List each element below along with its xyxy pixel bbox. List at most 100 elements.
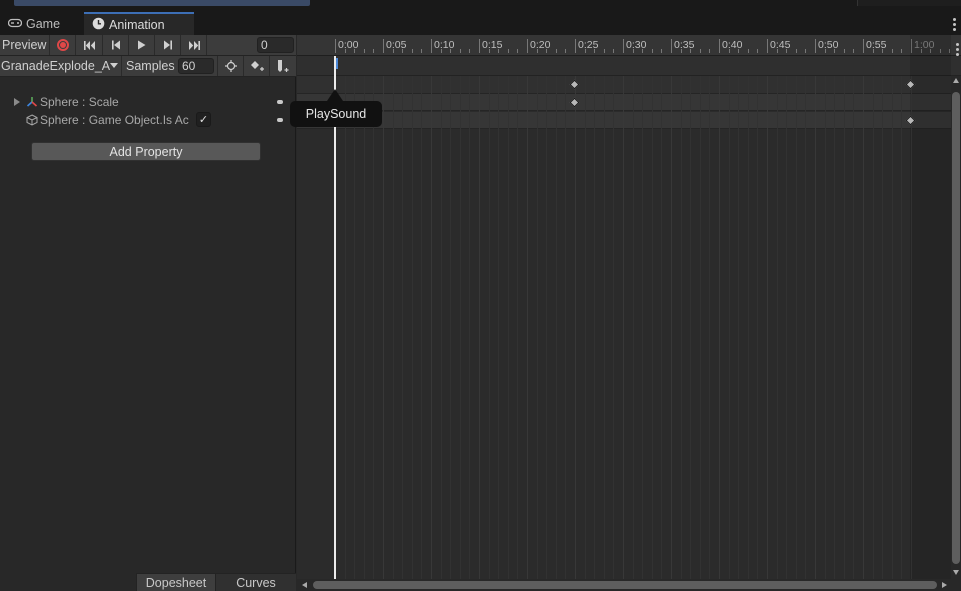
ruler-minor-tick — [757, 49, 759, 53]
next-keyframe-button[interactable] — [155, 35, 181, 55]
ruler-minor-tick — [882, 49, 884, 53]
vertical-scrollbar[interactable] — [951, 76, 961, 579]
clip-toolbar: GranadeExplode_Ar Samples 60 — [0, 56, 296, 77]
ruler-major-tick — [719, 39, 720, 53]
step-forward-icon — [163, 40, 172, 50]
ruler-minor-tick — [402, 49, 404, 53]
editor-top-strip — [0, 0, 961, 8]
grid-line-minor — [843, 76, 845, 579]
dopesheet-panel[interactable]: 0:00 0:05 0:10 0:15 0:20 0:25 0:30 0:35 0:40 0:45… — [297, 35, 961, 591]
samples-field[interactable]: 60 — [178, 58, 214, 74]
ruler-tick-label: 0:40 — [722, 39, 743, 51]
crosshair-icon — [224, 60, 237, 72]
ruler-minor-tick — [901, 49, 903, 53]
playhead[interactable] — [334, 56, 336, 579]
ruler-tick-label: 0:15 — [482, 39, 503, 51]
scroll-down-icon[interactable] — [953, 570, 959, 575]
add-keyframe-icon — [250, 61, 264, 71]
ruler-tick-label: 0:55 — [866, 39, 887, 51]
property-row-is-active[interactable]: Sphere : Game Object.Is Ac ✓ — [0, 111, 296, 129]
scroll-up-icon[interactable] — [953, 78, 959, 83]
grid-line-minor — [546, 76, 548, 579]
grid-line-minor — [757, 76, 759, 579]
grid-line-minor — [642, 76, 644, 579]
ruler-minor-tick — [661, 49, 663, 53]
property-row-scale[interactable]: Sphere : Scale — [0, 93, 296, 111]
grid-line-minor — [728, 76, 730, 579]
tab-curves[interactable]: Curves — [216, 573, 296, 591]
ruler-tick-label: 0:30 — [626, 39, 647, 51]
ruler-major-tick — [767, 39, 768, 53]
horizontal-scrollbar[interactable] — [297, 579, 961, 591]
grid-line-minor — [373, 76, 375, 579]
add-event-button[interactable] — [269, 56, 295, 76]
view-mode-tabs: Dopesheet Curves — [0, 573, 296, 591]
window-menu-icon[interactable] — [953, 18, 956, 33]
add-event-icon — [277, 60, 288, 72]
clip-selector-dropdown[interactable]: GranadeExplode_Ar — [0, 56, 122, 76]
scroll-right-icon[interactable] — [942, 582, 947, 588]
record-button[interactable] — [51, 35, 76, 55]
ruler-major-tick — [575, 39, 576, 53]
editor-toolbar-strip[interactable] — [14, 0, 310, 6]
ruler-tick-label: 0:10 — [434, 39, 455, 51]
transform-icon — [26, 96, 38, 111]
time-ruler[interactable]: 0:00 0:05 0:10 0:15 0:20 0:25 0:30 0:35 0:40 0:45… — [297, 35, 961, 56]
ruler-major-tick — [527, 39, 528, 53]
tab-animation[interactable]: Animation — [84, 12, 194, 35]
last-keyframe-button[interactable] — [181, 35, 207, 55]
grid-line-minor — [872, 76, 874, 579]
grid-line-minor — [354, 76, 356, 579]
ruler-minor-tick — [651, 49, 653, 53]
ruler-minor-tick — [411, 49, 413, 53]
play-icon — [138, 40, 146, 50]
snap-button[interactable] — [217, 56, 243, 76]
grid-line-minor — [853, 76, 855, 579]
add-keyframe-button[interactable] — [243, 56, 269, 76]
horizontal-scroll-thumb[interactable] — [313, 581, 937, 589]
vertical-scroll-thumb[interactable] — [952, 92, 960, 564]
grid-line-minor — [901, 76, 903, 579]
ruler-major-tick — [671, 39, 672, 53]
grid-line-minor — [517, 76, 519, 579]
timeline-menu-icon[interactable] — [956, 43, 959, 58]
ruler-minor-tick — [699, 49, 701, 53]
previous-keyframe-button[interactable] — [103, 35, 129, 55]
property-options-icon[interactable] — [277, 118, 283, 122]
grid-line-minor — [824, 76, 826, 579]
ruler-tick-label: 0:45 — [770, 39, 791, 51]
ruler-minor-tick — [421, 49, 423, 53]
add-property-button[interactable]: Add Property — [31, 142, 261, 161]
ruler-minor-tick — [776, 49, 778, 53]
grid-line-minor — [536, 76, 538, 579]
ruler-minor-tick — [363, 49, 365, 53]
foldout-arrow-icon[interactable] — [14, 98, 20, 106]
grid-line-major — [671, 76, 672, 579]
property-options-icon[interactable] — [277, 100, 283, 104]
grid-line-minor — [613, 76, 615, 579]
grid-line-minor — [459, 76, 461, 579]
tab-dopesheet[interactable]: Dopesheet — [136, 573, 216, 591]
scroll-left-icon[interactable] — [302, 582, 307, 588]
current-frame-field[interactable]: 0 — [257, 37, 294, 53]
play-button[interactable] — [129, 35, 155, 55]
tooltip-arrow — [327, 89, 343, 101]
skip-to-start-icon — [83, 40, 95, 50]
ruler-minor-tick — [440, 49, 442, 53]
preview-toggle[interactable]: Preview — [0, 35, 50, 55]
tab-game[interactable]: Game — [0, 12, 78, 35]
grid-line-minor — [651, 76, 653, 579]
grid-line-minor — [555, 76, 557, 579]
ruler-tick-label: 0:00 — [338, 39, 359, 51]
ruler-minor-tick — [546, 49, 548, 53]
samples-label: Samples — [126, 59, 175, 73]
ruler-minor-tick — [680, 49, 682, 53]
is-active-checkbox[interactable]: ✓ — [196, 112, 211, 127]
first-keyframe-button[interactable] — [77, 35, 103, 55]
summary-keyframe-row[interactable] — [297, 76, 961, 94]
grid-line-major — [767, 76, 768, 579]
ruler-minor-tick — [565, 49, 567, 53]
ruler-minor-tick — [488, 49, 490, 53]
event-row[interactable] — [297, 56, 961, 76]
ruler-minor-tick — [805, 49, 807, 53]
